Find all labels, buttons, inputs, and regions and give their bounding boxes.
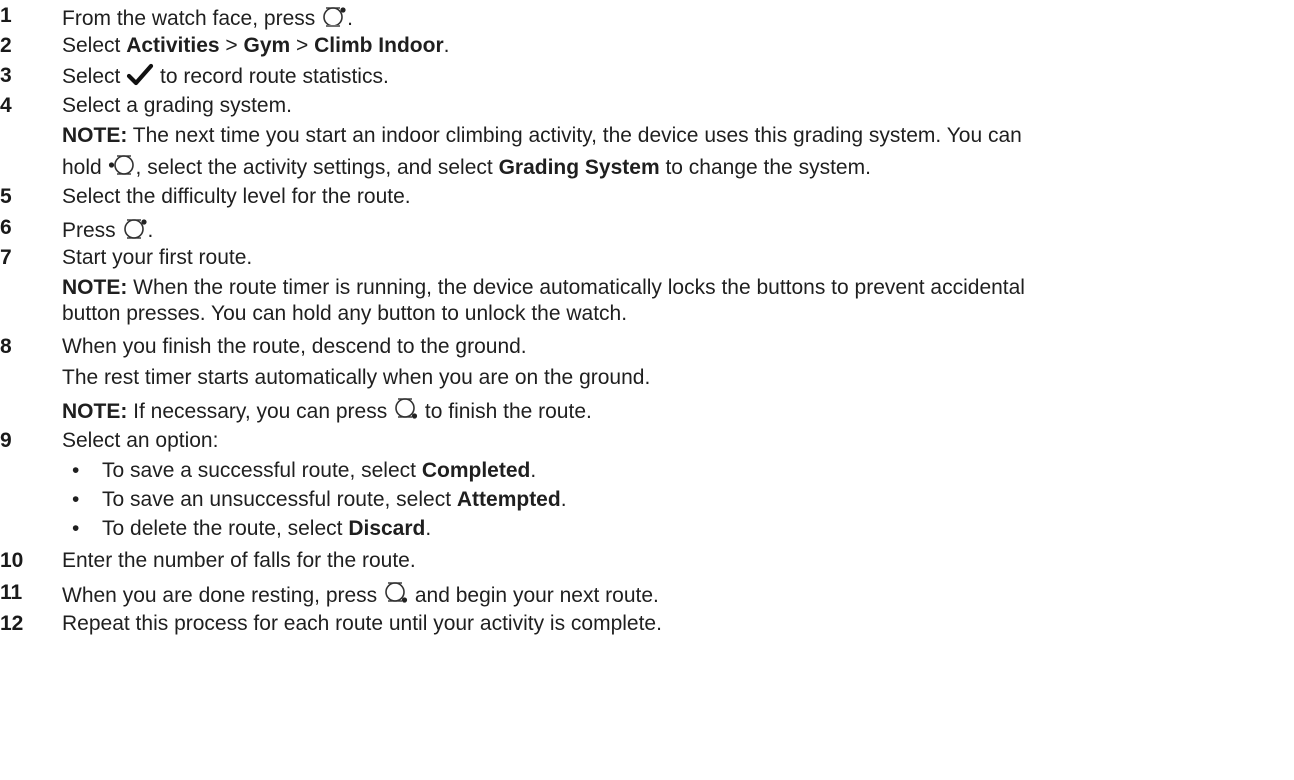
menu-climb-indoor: Climb Indoor bbox=[314, 34, 444, 57]
step-text: Repeat this process for each route until… bbox=[62, 612, 662, 635]
step-text: Select an option: bbox=[62, 429, 219, 452]
option-completed: • To save a successful route, select Comp… bbox=[72, 459, 537, 482]
step-text: From the watch face, press bbox=[62, 7, 322, 30]
option-discard: • To delete the route, select Discard. bbox=[72, 517, 432, 540]
note-step-4-line-1: NOTE: The next time you start an indoor … bbox=[62, 124, 1022, 147]
bullet: • bbox=[72, 459, 80, 482]
instruction-document: 1 From the watch face, press . 2 Select … bbox=[0, 3, 1025, 635]
menu-grading-system: Grading System bbox=[498, 156, 660, 179]
watch-button-lower-right-icon bbox=[383, 580, 409, 613]
menu-activities: Activities bbox=[126, 34, 220, 57]
note-step-4-line-2: hold , select the activity settings, and… bbox=[62, 152, 871, 185]
step-number: 9 bbox=[0, 429, 12, 452]
watch-button-upper-right-icon bbox=[122, 215, 148, 248]
step-number: 2 bbox=[0, 34, 12, 57]
step-text: Enter the number of falls for the route. bbox=[62, 549, 416, 572]
step-number: 12 bbox=[0, 612, 24, 635]
step-number: 7 bbox=[0, 246, 12, 269]
option-discard-label: Discard bbox=[348, 517, 426, 540]
menu-gym: Gym bbox=[243, 34, 291, 57]
option-attempted: • To save an unsuccessful route, select A… bbox=[72, 488, 567, 511]
watch-button-left-icon bbox=[108, 152, 136, 185]
option-completed-label: Completed bbox=[421, 459, 531, 482]
note-step-7-line-1: NOTE: When the route timer is running, t… bbox=[62, 276, 1025, 299]
step-number: 1 bbox=[0, 4, 12, 27]
step-number: 10 bbox=[0, 549, 24, 572]
option-attempted-label: Attempted bbox=[456, 488, 561, 511]
step-text: Select the difficulty level for the rout… bbox=[62, 185, 411, 208]
step-text: Start your first route. bbox=[62, 246, 253, 269]
bullet: • bbox=[72, 517, 80, 540]
checkmark-icon bbox=[126, 63, 154, 94]
step-number: 4 bbox=[0, 94, 12, 117]
watch-button-lower-right-icon bbox=[393, 396, 419, 429]
step-number: 11 bbox=[0, 581, 23, 604]
note-label: NOTE: bbox=[62, 276, 128, 299]
step-number: 3 bbox=[0, 64, 12, 87]
step-number: 5 bbox=[0, 185, 12, 208]
step-number: 8 bbox=[0, 335, 12, 358]
note-step-7-line-2: button presses. You can hold any button … bbox=[62, 302, 628, 325]
step-number: 6 bbox=[0, 216, 12, 239]
note-step-8: NOTE: If necessary, you can press to fin… bbox=[62, 396, 592, 429]
watch-button-upper-right-icon bbox=[321, 3, 347, 36]
note-label: NOTE: bbox=[62, 400, 128, 423]
note-label: NOTE: bbox=[62, 124, 128, 147]
step-8-info: The rest timer starts automatically when… bbox=[62, 366, 651, 389]
step-text: Select a grading system. bbox=[62, 94, 292, 117]
bullet: • bbox=[72, 488, 80, 511]
step-text: When you finish the route, descend to th… bbox=[62, 335, 527, 358]
